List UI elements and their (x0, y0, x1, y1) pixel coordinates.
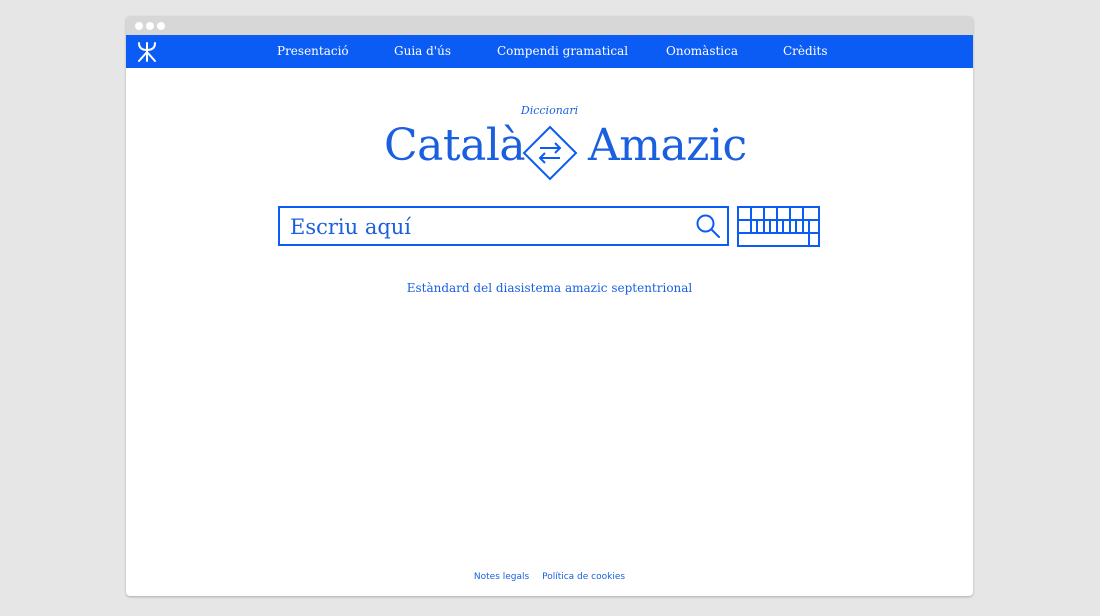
title-source-language: Català (384, 120, 526, 171)
footer-link-legal[interactable]: Notes legals (474, 572, 529, 582)
footer: Notes legals Política de cookies (126, 572, 973, 582)
title-target-language: Amazic (588, 120, 747, 171)
browser-window: Presentació Guia d'ús Compendi gramatica… (126, 16, 973, 596)
nav-item-guia[interactable]: Guia d'ús (394, 44, 451, 58)
swap-arrows-icon[interactable] (522, 125, 578, 181)
dictionary-subtitle: Diccionari (520, 104, 579, 117)
window-dot-maximize[interactable] (157, 22, 165, 30)
nav-item-presentacio[interactable]: Presentació (277, 44, 349, 58)
yaz-logo-icon[interactable] (136, 41, 158, 63)
nav-item-onomastica[interactable]: Onomàstica (666, 44, 738, 58)
window-dot-minimize[interactable] (146, 22, 154, 30)
standard-link[interactable]: Estàndard del diasistema amazic septentr… (126, 281, 973, 295)
search-input[interactable] (290, 212, 685, 242)
top-navbar: Presentació Guia d'ús Compendi gramatica… (126, 35, 973, 68)
keyboard-icon[interactable] (737, 206, 820, 247)
search-icon[interactable] (695, 213, 721, 239)
nav-item-compendi[interactable]: Compendi gramatical (497, 44, 628, 58)
window-dot-close[interactable] (135, 22, 143, 30)
main-content: Diccionari Català Amazic Escriu aquí Est… (126, 68, 973, 596)
footer-link-cookies[interactable]: Política de cookies (542, 572, 625, 582)
search-box (278, 206, 729, 246)
nav-item-credits[interactable]: Crèdits (783, 44, 828, 58)
browser-titlebar (126, 16, 973, 35)
